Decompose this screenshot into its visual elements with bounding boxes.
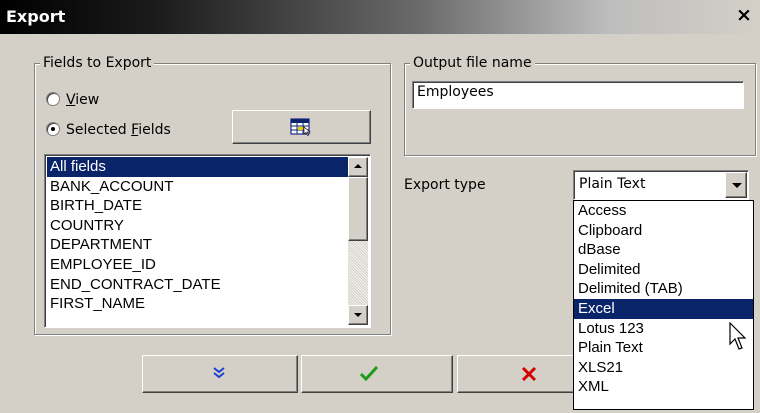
list-item[interactable]: EMPLOYEE_ID	[47, 255, 349, 275]
list-item[interactable]: Clipboard	[574, 221, 753, 241]
export-type-dropdown-button[interactable]	[725, 172, 747, 198]
list-item[interactable]: BIRTH_DATE	[47, 196, 349, 216]
list-item[interactable]: BANK_ACCOUNT	[47, 177, 349, 197]
radio-selected-fields[interactable]: Selected Fields	[46, 121, 171, 139]
fields-list-scrollbar[interactable]	[348, 157, 368, 325]
mouse-pointer-icon	[729, 322, 747, 350]
fields-list-items: All fields BANK_ACCOUNT BIRTH_DATE COUNT…	[47, 157, 349, 314]
checkmark-icon	[360, 365, 378, 381]
field-grid-icon	[290, 118, 311, 136]
scroll-up-button[interactable]	[348, 157, 368, 177]
export-type-label: Export type	[404, 177, 486, 193]
list-item[interactable]: Plain Text	[574, 338, 753, 358]
scroll-thumb[interactable]	[348, 177, 368, 241]
list-item[interactable]: FIRST_NAME	[47, 294, 349, 314]
export-type-dropdown-list[interactable]: Access Clipboard dBase Delimited Delimit…	[573, 200, 754, 410]
export-type-value: Plain Text	[579, 176, 646, 192]
double-chevron-down-icon	[213, 367, 225, 379]
radio-view-circle[interactable]	[46, 92, 60, 106]
list-item[interactable]: Delimited (TAB)	[574, 279, 753, 299]
radio-view-label: iew	[75, 92, 100, 108]
list-item[interactable]: COUNTRY	[47, 216, 349, 236]
export-dialog: Export × Fields to Export View Selected …	[0, 0, 760, 413]
list-item[interactable]: XML	[574, 377, 753, 397]
radio-view-mnemonic: V	[66, 92, 76, 108]
file-name-input[interactable]: Employees	[412, 81, 744, 109]
list-item[interactable]: END_CONTRACT_DATE	[47, 275, 349, 295]
window-title: Export	[6, 7, 66, 26]
list-item[interactable]: Lotus 123	[574, 319, 753, 339]
list-item[interactable]: XLS21	[574, 358, 753, 378]
ok-button[interactable]	[301, 355, 453, 393]
radio-selected-fields-circle[interactable]	[46, 122, 60, 136]
more-options-button[interactable]	[142, 355, 298, 393]
chevron-down-icon	[354, 313, 362, 317]
list-item[interactable]: All fields	[47, 157, 349, 177]
x-icon	[521, 366, 537, 382]
export-type-select[interactable]: Plain Text	[573, 170, 749, 200]
list-item[interactable]: Access	[574, 201, 753, 221]
list-item[interactable]: Excel	[574, 298, 753, 319]
chevron-up-icon	[354, 164, 362, 168]
list-item[interactable]: dBase	[574, 240, 753, 260]
fields-to-export-legend: Fields to Export	[40, 54, 155, 72]
close-icon[interactable]: ×	[734, 4, 754, 26]
list-item[interactable]: Delimited	[574, 260, 753, 280]
chevron-down-icon	[732, 183, 742, 188]
list-item[interactable]: DEPARTMENT	[47, 235, 349, 255]
radio-selected-fields-label: Selected	[66, 122, 132, 138]
scroll-down-button[interactable]	[348, 305, 368, 325]
radio-view[interactable]: View	[46, 91, 99, 109]
output-file-name-group: Output file name	[404, 54, 756, 156]
select-fields-button[interactable]	[232, 110, 371, 144]
fields-list[interactable]: All fields BANK_ACCOUNT BIRTH_DATE COUNT…	[44, 154, 371, 328]
title-bar[interactable]: Export ×	[0, 0, 760, 34]
output-file-name-legend: Output file name	[410, 54, 535, 72]
